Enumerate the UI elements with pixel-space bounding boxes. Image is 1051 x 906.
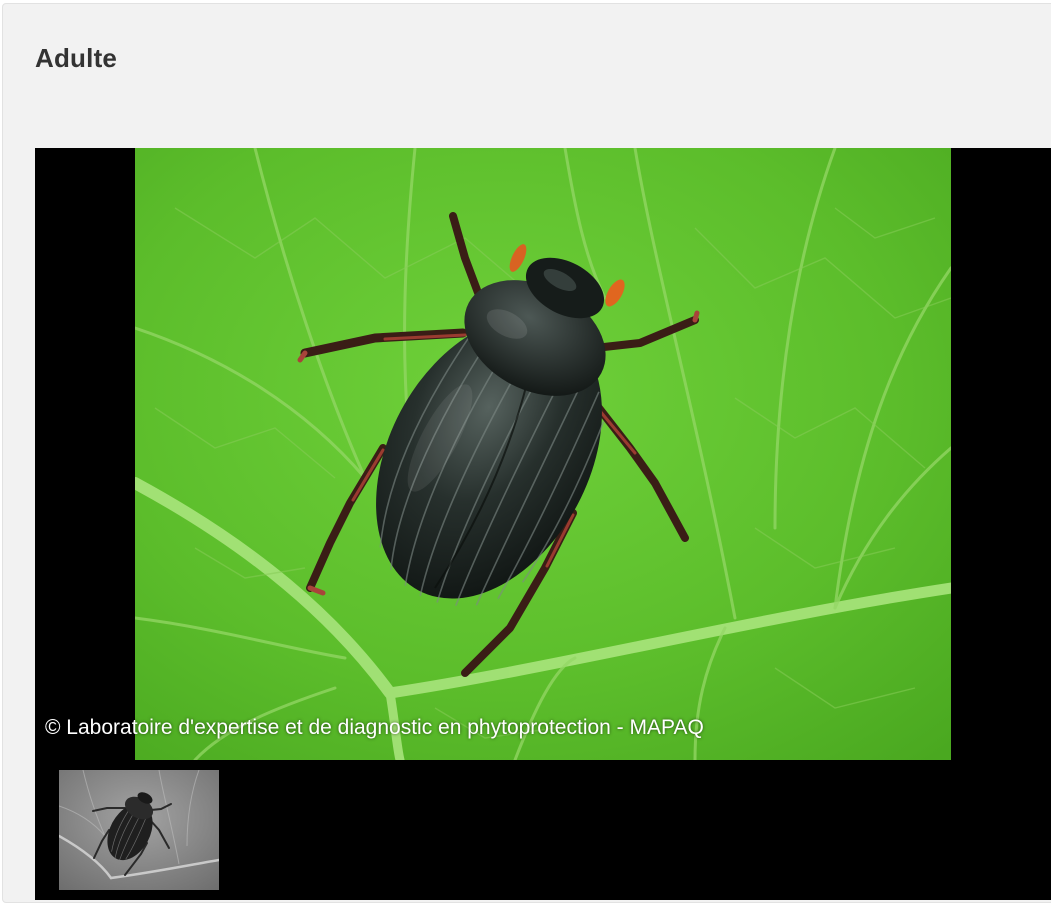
panel-title: Adulte [35, 43, 118, 73]
thumbnail-adulte[interactable] [59, 770, 219, 890]
image-gallery: © Laboratoire d'expertise et de diagnost… [35, 148, 1051, 900]
photo-credit-caption: © Laboratoire d'expertise et de diagnost… [45, 716, 704, 739]
image-panel: Adulte © Laboratoire d'expertise et de d… [2, 3, 1051, 903]
main-photo[interactable] [135, 148, 951, 760]
